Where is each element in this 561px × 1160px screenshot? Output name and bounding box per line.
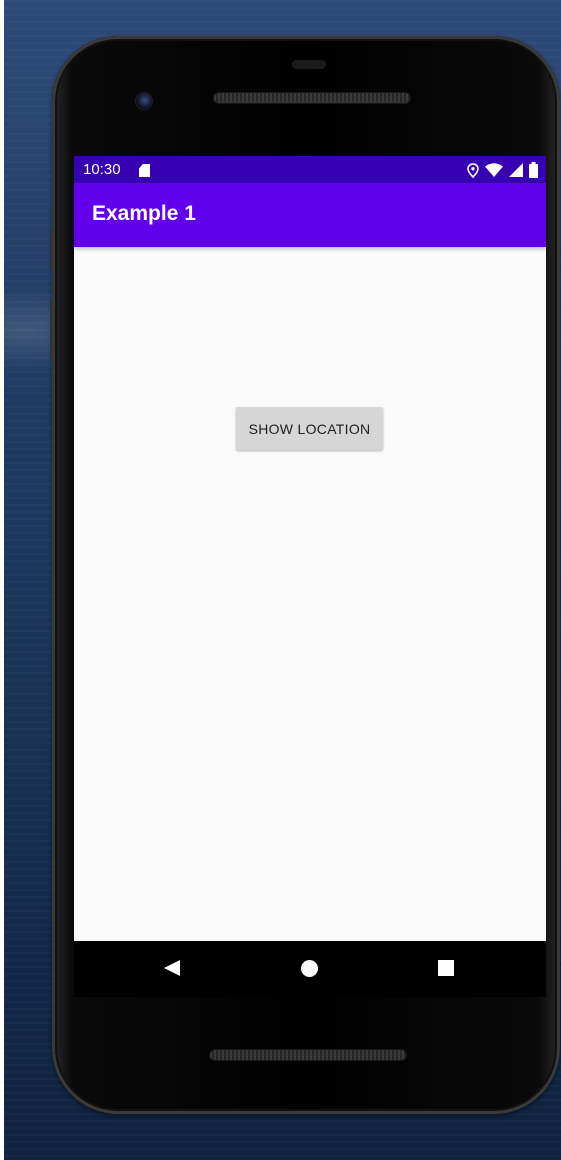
- recents-icon[interactable]: [438, 960, 454, 976]
- sd-card-icon: [139, 164, 150, 177]
- back-icon[interactable]: [164, 960, 180, 976]
- status-bar: 10:30: [74, 156, 546, 183]
- status-time: 10:30: [83, 161, 121, 178]
- wifi-icon: [485, 163, 503, 177]
- show-location-button[interactable]: SHOW LOCATION: [236, 407, 383, 450]
- device-screen: 10:30 Example 1 SHOW LOCATION: [74, 156, 546, 941]
- location-icon: [467, 162, 479, 178]
- battery-icon: [529, 162, 538, 178]
- signal-icon: [509, 163, 523, 177]
- earpiece-speaker: [214, 93, 410, 103]
- home-icon[interactable]: [301, 960, 318, 977]
- proximity-sensor: [292, 60, 326, 69]
- status-icons: [467, 161, 538, 179]
- app-title: Example 1: [92, 202, 196, 225]
- front-camera-icon: [136, 93, 152, 109]
- app-bar: Example 1: [74, 183, 546, 247]
- bottom-speaker: [210, 1050, 406, 1060]
- navigation-bar: [74, 941, 546, 997]
